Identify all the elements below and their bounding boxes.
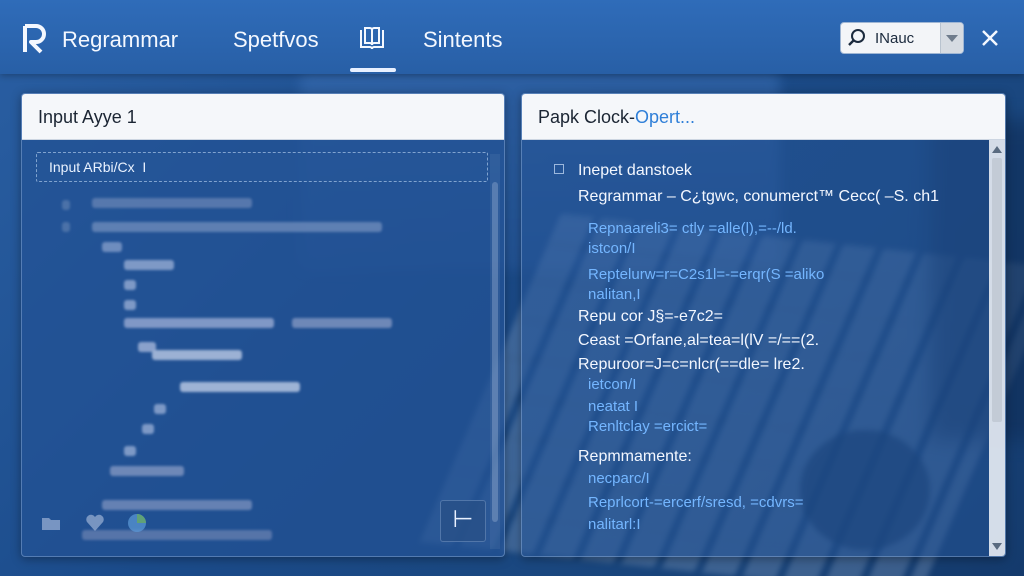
chart-pie-icon[interactable] — [126, 512, 148, 534]
output-line: Regrammar – C¿tgwc, conumerct™ Cecc( –S.… — [578, 188, 939, 205]
output-panel: Papk Clock-Opert... Inepet danstoek Regra… — [521, 93, 1006, 557]
left-scrollbar-thumb[interactable] — [492, 182, 498, 522]
search-dropdown-button[interactable] — [940, 23, 963, 53]
app-logo-icon — [23, 24, 46, 54]
left-scrollbar[interactable] — [490, 154, 500, 549]
output-line: Inepet danstoek — [578, 162, 692, 179]
output-line: nalitan,I — [588, 286, 641, 303]
output-panel-header: Papk Clock-Opert... — [522, 94, 1005, 140]
corner-button[interactable]: ⊢ — [440, 500, 486, 542]
active-tab-indicator — [350, 68, 396, 72]
open-link[interactable]: Opert... — [635, 107, 695, 127]
output-line: Repu cor J§=-e7c2= — [578, 308, 723, 325]
close-icon[interactable] — [976, 24, 1004, 52]
output-line: Ceast =Orfane,al=tea=l(lV =/==(2. — [578, 332, 820, 349]
heart-icon[interactable] — [84, 512, 106, 534]
output-line: Repmmamente: — [578, 448, 692, 465]
right-scrollbar[interactable] — [989, 140, 1005, 556]
checkbox-icon[interactable] — [554, 164, 564, 174]
tab-specs[interactable]: Spetfvos — [233, 27, 319, 53]
output-line: istcon/I — [588, 240, 636, 257]
title-bar: Regrammar Spetfvos Sintents INauc — [0, 0, 1024, 74]
app-title: Regrammar — [62, 27, 179, 52]
output-line: Repuroor=J=c=nlcr(==dle= lre2. — [578, 356, 805, 373]
scroll-down-icon[interactable] — [992, 543, 1002, 550]
blurred-code-area — [62, 194, 422, 554]
output-line: Reptelurw=r=C2s1l=-=erqr(S =aliko — [588, 266, 825, 283]
output-line: ietcon/I — [588, 376, 637, 393]
output-line: Renltclay =ercict= — [588, 418, 708, 435]
output-line: Repnaareli3= ctly =alle(l),=--/ld. — [588, 220, 797, 237]
output-line: neatat I — [588, 398, 639, 415]
output-line: necparc/I — [588, 470, 650, 487]
search-icon — [848, 29, 865, 46]
search-box[interactable]: INauc — [840, 22, 964, 54]
output-panel-title: Papk Clock- — [538, 107, 636, 127]
book-icon[interactable] — [358, 24, 386, 52]
input-panel-title: Input Ayye 1 — [22, 94, 504, 140]
output-line: nalitarl:I — [588, 516, 641, 533]
input-panel: Input Ayye 1 Input ARbi/Cx I ⊢ — [21, 93, 505, 557]
search-input[interactable]: INauc — [875, 30, 914, 47]
tab-sintents[interactable]: Sintents — [423, 27, 503, 53]
right-scrollbar-thumb[interactable] — [992, 158, 1002, 422]
folder-icon[interactable] — [40, 512, 62, 534]
scroll-up-icon[interactable] — [992, 146, 1002, 153]
output-line: Reprlcort-=ercerf/sresd, =cdvrs= — [588, 494, 804, 511]
input-field[interactable]: Input ARbi/Cx I — [36, 152, 488, 182]
